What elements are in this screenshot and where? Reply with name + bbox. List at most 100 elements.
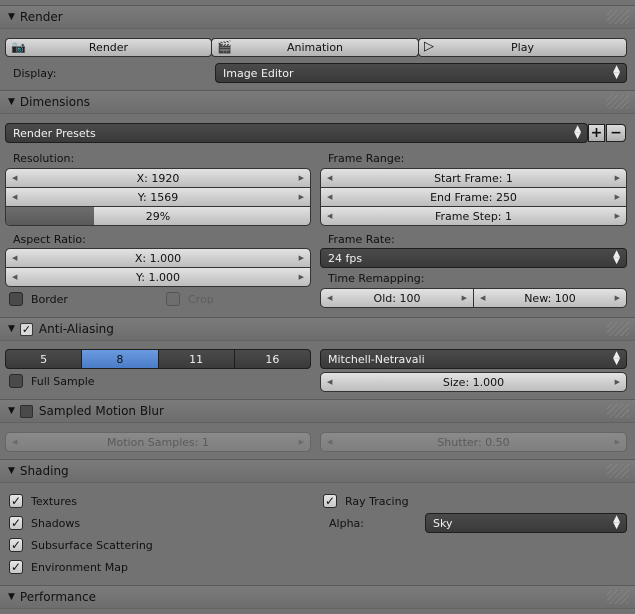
ray-tracing-checkbox[interactable]: ✓ Ray Tracing — [323, 494, 409, 508]
add-preset-button[interactable]: + — [588, 124, 605, 142]
crop-checkbox[interactable]: Crop — [166, 292, 214, 306]
end-frame-field[interactable]: ◀ End Frame: 250 ▶ — [320, 187, 627, 207]
aa-sample-option[interactable]: 11 — [157, 349, 235, 369]
arrow-right-icon[interactable]: ▶ — [299, 438, 304, 446]
drag-grip-icon[interactable] — [607, 10, 629, 24]
arrow-left-icon[interactable]: ◀ — [327, 294, 332, 302]
resolution-x-field[interactable]: ◀ X: 1920 ▶ — [5, 168, 311, 188]
arrow-right-icon[interactable]: ▶ — [299, 174, 304, 182]
panel-title: Render — [19, 10, 63, 24]
panel-title: Dimensions — [19, 95, 90, 109]
animation-button[interactable]: 🎬 Animation — [211, 38, 419, 57]
start-frame-field[interactable]: ◀ Start Frame: 1 ▶ — [320, 168, 627, 188]
filter-size-field[interactable]: ◀ Size: 1.000 ▶ — [320, 372, 627, 392]
arrow-left-icon[interactable]: ◀ — [327, 378, 332, 386]
checkbox-box[interactable] — [19, 404, 33, 418]
arrow-left-icon[interactable]: ◀ — [327, 174, 332, 182]
collapse-triangle-icon: ▼ — [8, 592, 15, 602]
arrow-right-icon[interactable]: ▶ — [615, 294, 620, 302]
check-icon: ✓ — [9, 560, 23, 574]
motion-samples-field[interactable]: ◀ Motion Samples: 1 ▶ — [5, 432, 311, 452]
play-button[interactable]: ▷ Play — [418, 38, 627, 57]
display-dropdown[interactable]: Image Editor ▲ ▼ — [215, 63, 627, 83]
subsurface-scattering-checkbox[interactable]: ✓ Subsurface Scattering — [9, 538, 153, 552]
render-panel-header[interactable]: ▼ Render — [0, 5, 635, 29]
updown-arrows-icon: ▲ ▼ — [613, 64, 620, 81]
check-icon: ✓ — [9, 538, 23, 552]
updown-arrows-icon: ▲ ▼ — [613, 350, 620, 367]
alpha-dropdown[interactable]: Sky ▲ ▼ — [425, 513, 627, 533]
aspect-y-field[interactable]: ◀ Y: 1.000 ▶ — [5, 267, 311, 287]
collapse-triangle-icon: ▼ — [8, 12, 15, 22]
frame-rate-dropdown[interactable]: 24 fps ▲ ▼ — [320, 248, 627, 268]
check-icon: ✓ — [323, 494, 337, 508]
check-icon[interactable]: ✓ — [19, 322, 33, 336]
arrow-right-icon[interactable]: ▶ — [615, 212, 620, 220]
border-checkbox[interactable]: Border — [9, 292, 68, 306]
checkbox-box — [166, 292, 180, 306]
collapse-triangle-icon: ▼ — [8, 97, 15, 107]
arrow-left-icon[interactable]: ◀ — [12, 193, 17, 201]
motion-blur-panel-header[interactable]: ▼ Sampled Motion Blur — [0, 399, 635, 423]
aa-sample-option[interactable]: 16 — [233, 349, 311, 369]
arrow-right-icon[interactable]: ▶ — [615, 193, 620, 201]
collapse-triangle-icon: ▼ — [8, 406, 15, 416]
textures-checkbox[interactable]: ✓ Textures — [9, 494, 77, 508]
arrow-right-icon[interactable]: ▶ — [615, 174, 620, 182]
display-label: Display: — [13, 67, 57, 80]
arrow-left-icon[interactable]: ◀ — [12, 254, 17, 262]
updown-arrows-icon: ▲ ▼ — [613, 249, 620, 266]
arrow-right-icon[interactable]: ▶ — [299, 193, 304, 201]
time-remap-new-field[interactable]: ◀ New: 100 ▶ — [473, 288, 627, 308]
alpha-label: Alpha: — [329, 517, 364, 530]
time-remap-old-field[interactable]: ◀ Old: 100 ▶ — [320, 288, 474, 308]
drag-grip-icon[interactable] — [607, 464, 629, 478]
check-icon: ✓ — [9, 494, 23, 508]
performance-panel-header[interactable]: ▼ Performance — [0, 585, 635, 609]
aa-sample-option-selected[interactable]: 8 — [81, 349, 159, 369]
panel-title: Sampled Motion Blur — [38, 404, 164, 418]
updown-arrows-icon: ▲ ▼ — [613, 514, 620, 531]
shutter-field[interactable]: ◀ Shutter: 0.50 ▶ — [320, 432, 627, 452]
render-button[interactable]: 📷 Render — [5, 38, 212, 57]
arrow-left-icon[interactable]: ◀ — [12, 273, 17, 281]
checkbox-box — [9, 374, 23, 388]
frame-range-label: Frame Range: — [328, 152, 405, 165]
render-presets-dropdown[interactable]: Render Presets ▲ ▼ — [5, 123, 588, 143]
arrow-left-icon[interactable]: ◀ — [327, 212, 332, 220]
aa-sample-option[interactable]: 5 — [5, 349, 83, 369]
full-sample-checkbox[interactable]: Full Sample — [9, 374, 95, 388]
minus-icon: − — [610, 125, 622, 141]
arrow-left-icon[interactable]: ◀ — [327, 438, 332, 446]
frame-step-field[interactable]: ◀ Frame Step: 1 ▶ — [320, 206, 627, 226]
aa-samples-selector[interactable]: 5 8 11 16 — [5, 349, 311, 369]
dimensions-panel-header[interactable]: ▼ Dimensions — [0, 90, 635, 114]
resolution-percentage-slider[interactable]: 29% — [5, 206, 311, 226]
resolution-y-field[interactable]: ◀ Y: 1569 ▶ — [5, 187, 311, 207]
drag-grip-icon[interactable] — [607, 322, 629, 336]
anti-aliasing-panel-header[interactable]: ▼ ✓ Anti-Aliasing — [0, 317, 635, 341]
plus-icon: + — [590, 125, 603, 141]
collapse-triangle-icon: ▼ — [8, 324, 15, 334]
arrow-left-icon[interactable]: ◀ — [12, 174, 17, 182]
check-icon: ✓ — [9, 516, 23, 530]
environment-map-checkbox[interactable]: ✓ Environment Map — [9, 560, 128, 574]
arrow-right-icon[interactable]: ▶ — [615, 438, 620, 446]
arrow-right-icon[interactable]: ▶ — [615, 378, 620, 386]
arrow-left-icon[interactable]: ◀ — [327, 193, 332, 201]
arrow-right-icon[interactable]: ▶ — [462, 294, 467, 302]
remove-preset-button[interactable]: − — [606, 124, 626, 142]
drag-grip-icon[interactable] — [607, 404, 629, 418]
shadows-checkbox[interactable]: ✓ Shadows — [9, 516, 80, 530]
shading-panel-header[interactable]: ▼ Shading — [0, 459, 635, 483]
panel-title: Anti-Aliasing — [38, 322, 114, 336]
arrow-right-icon[interactable]: ▶ — [299, 254, 304, 262]
aspect-x-field[interactable]: ◀ X: 1.000 ▶ — [5, 248, 311, 268]
arrow-left-icon[interactable]: ◀ — [480, 294, 485, 302]
aa-filter-dropdown[interactable]: Mitchell-Netravali ▲ ▼ — [320, 349, 627, 369]
drag-grip-icon[interactable] — [607, 95, 629, 109]
drag-grip-icon[interactable] — [607, 590, 629, 604]
arrow-left-icon[interactable]: ◀ — [12, 438, 17, 446]
time-remapping-label: Time Remapping: — [328, 272, 425, 285]
arrow-right-icon[interactable]: ▶ — [299, 273, 304, 281]
